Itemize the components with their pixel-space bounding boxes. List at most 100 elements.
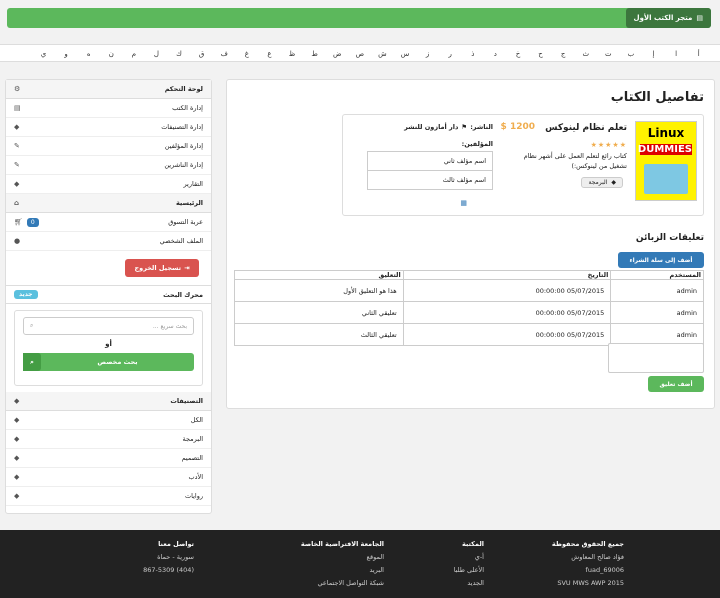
alphabet-letter-link[interactable]: ص xyxy=(349,50,372,58)
authors-table: اسم مؤلف ثاني اسم مؤلف ثالث xyxy=(367,151,493,190)
alphabet-letter-link[interactable]: م xyxy=(123,50,146,58)
alphabet-letter-link[interactable]: غ xyxy=(236,50,259,58)
category-item-literature[interactable]: الأدب ◆ xyxy=(6,468,211,487)
sidebar-item-profile[interactable]: الملف الشخصي ● xyxy=(6,232,211,251)
tag-icon: ◆ xyxy=(14,473,20,481)
footer-university: الجامعة الافتراضية الخاصة الموقع البريد … xyxy=(301,538,384,590)
book-card: Linux DUMMIES تعلم نظام لينوكس 1200 $ ★★… xyxy=(342,114,704,216)
sidebar: لوحة التحكم ⚙ إدارة الكتب ▤ إدارة التصني… xyxy=(5,79,212,514)
book-price: 1200 $ xyxy=(500,122,535,132)
alphabet-letter-link[interactable]: ظ xyxy=(281,50,304,58)
comments-table: المستخدم التاريخ التعليق admin 05/07/201… xyxy=(234,270,704,346)
alphabet-bar: أاإبتثجحخدذرزسشصضطظعغفقكلمنهوي xyxy=(0,44,720,62)
category-item-novels[interactable]: روايات ◆ xyxy=(6,487,211,506)
alphabet-letter-link[interactable]: ج xyxy=(552,50,575,58)
sidebar-item-cart[interactable]: عربة التسوق 0 🛒︎ xyxy=(6,213,211,232)
sidebar-item-manage-categories[interactable]: إدارة التصنيفات ◆ xyxy=(6,118,211,137)
alphabet-letter-link[interactable]: ض xyxy=(326,50,349,58)
flag-icon: ⚑ xyxy=(461,123,468,131)
publisher-info: الناشر: ⚑ دار أمازون للنشر xyxy=(404,123,493,131)
categories-header: التصنيفات ◆ xyxy=(6,392,211,411)
footer-link[interactable]: الموقع xyxy=(301,551,384,564)
alphabet-letter-link[interactable]: د xyxy=(484,50,507,58)
calendar-icon: ▦ xyxy=(460,199,467,207)
alphabet-letter-link[interactable]: ن xyxy=(100,50,123,58)
alphabet-letter-link[interactable]: ا xyxy=(665,50,688,58)
footer-library: المكتبة أ-ي الأعلى طلبا الجديد xyxy=(454,538,484,590)
alphabet-letter-link[interactable]: ح xyxy=(529,50,552,58)
gears-icon: ⚙ xyxy=(14,85,21,93)
authors-label: المؤلفين: xyxy=(461,140,493,148)
or-label: أو xyxy=(105,340,112,348)
category-item-programming[interactable]: البرمجة ◆ xyxy=(6,430,211,449)
logout-button[interactable]: ⇥ تسجيل الخروج xyxy=(125,259,199,277)
cart-icon: 🛒︎ xyxy=(14,218,23,226)
category-item-design[interactable]: التصميم ◆ xyxy=(6,449,211,468)
alphabet-letter-link[interactable]: ث xyxy=(574,50,597,58)
column-header-comment: التعليق xyxy=(234,270,404,280)
author-cell[interactable]: اسم مؤلف ثالث xyxy=(367,170,493,190)
tag-icon: ◆ xyxy=(611,179,616,186)
column-header-date: التاريخ xyxy=(402,270,612,280)
alphabet-letter-link[interactable]: ك xyxy=(168,50,191,58)
alphabet-letter-link[interactable]: إ xyxy=(642,50,665,58)
book-cover-image: Linux DUMMIES xyxy=(635,121,697,201)
brand-link[interactable]: ▤ متجر الكتب الأول xyxy=(625,8,711,28)
footer-link[interactable]: الأعلى طلبا xyxy=(454,564,484,577)
footer-link[interactable]: أ-ي xyxy=(454,551,484,564)
search-icon: ⌕ xyxy=(23,353,41,371)
table-row: admin 05/07/2015 00:00:00 هذا هو التعليق… xyxy=(234,279,704,302)
edit-icon: ✎ xyxy=(14,161,20,169)
tags-icon: ◆ xyxy=(14,180,20,188)
sign-out-icon: ⇥ xyxy=(184,264,190,272)
sidebar-item-manage-authors[interactable]: إدارة المؤلفين ✎ xyxy=(6,137,211,156)
search-icon: ⌕ xyxy=(30,322,34,329)
tags-icon: ◆ xyxy=(14,123,20,131)
table-row: admin 05/07/2015 00:00:00 تعليقي الثاني xyxy=(234,301,704,324)
tags-icon: ◆ xyxy=(14,397,20,405)
add-to-cart-button[interactable]: أضف إلى سلة الشراء xyxy=(618,252,704,268)
rating-stars-icon: ★★★★★ xyxy=(590,141,627,149)
alphabet-letter-link[interactable]: ق xyxy=(190,50,213,58)
alphabet-letter-link[interactable]: ز xyxy=(416,50,439,58)
tag-icon: ◆ xyxy=(14,492,20,500)
alphabet-letter-link[interactable]: ف xyxy=(213,50,236,58)
cart-count-badge: 0 xyxy=(26,217,39,227)
tag-icon: ◆ xyxy=(14,416,20,424)
tag-icon: ◆ xyxy=(14,454,20,462)
alphabet-letter-link[interactable]: ع xyxy=(258,50,281,58)
column-header-user: المستخدم xyxy=(610,270,704,280)
alphabet-letter-link[interactable]: ل xyxy=(145,50,168,58)
comments-title: تعليقات الزبائن xyxy=(635,233,704,243)
alphabet-letter-link[interactable]: ي xyxy=(32,50,55,58)
alphabet-letter-link[interactable]: أ xyxy=(687,50,710,58)
category-item-all[interactable]: الكل ◆ xyxy=(6,411,211,430)
alphabet-letter-link[interactable]: و xyxy=(55,50,78,58)
footer-link[interactable]: شبكة التواصل الاجتماعي xyxy=(301,577,385,590)
search-box: بحث سريع ... ⌕ أو بحث مخصص ⌕ xyxy=(14,310,203,386)
alphabet-letter-link[interactable]: س xyxy=(394,50,417,58)
book-details-panel: تفاصيل الكتاب Linux DUMMIES تعلم نظام لي… xyxy=(226,79,715,409)
user-icon: ● xyxy=(14,237,21,245)
sidebar-item-manage-books[interactable]: إدارة الكتب ▤ xyxy=(6,99,211,118)
tag-icon: ◆ xyxy=(14,435,20,443)
footer-link[interactable]: البريد xyxy=(301,564,384,577)
author-cell[interactable]: اسم مؤلف ثاني xyxy=(367,151,493,171)
category-tag[interactable]: ◆ البرمجة xyxy=(581,177,623,188)
alphabet-letter-link[interactable]: ت xyxy=(597,50,620,58)
top-navbar: ▤ متجر الكتب الأول xyxy=(7,8,711,28)
footer-link[interactable]: الجديد xyxy=(454,577,484,590)
alphabet-letter-link[interactable]: خ xyxy=(507,50,530,58)
sidebar-item-reports[interactable]: التقارير ◆ xyxy=(6,175,211,194)
alphabet-letter-link[interactable]: ر xyxy=(439,50,462,58)
comment-textarea[interactable] xyxy=(608,343,704,373)
alphabet-letter-link[interactable]: ش xyxy=(371,50,394,58)
quick-search-input[interactable]: بحث سريع ... ⌕ xyxy=(23,317,194,335)
add-comment-button[interactable]: أضف تعليق xyxy=(648,376,704,392)
alphabet-letter-link[interactable]: ب xyxy=(620,50,643,58)
alphabet-letter-link[interactable]: ذ xyxy=(461,50,484,58)
sidebar-item-manage-publishers[interactable]: إدارة الناشرين ✎ xyxy=(6,156,211,175)
advanced-search-button[interactable]: بحث مخصص ⌕ xyxy=(23,353,194,371)
alphabet-letter-link[interactable]: ه xyxy=(77,50,100,58)
alphabet-letter-link[interactable]: ط xyxy=(303,50,326,58)
